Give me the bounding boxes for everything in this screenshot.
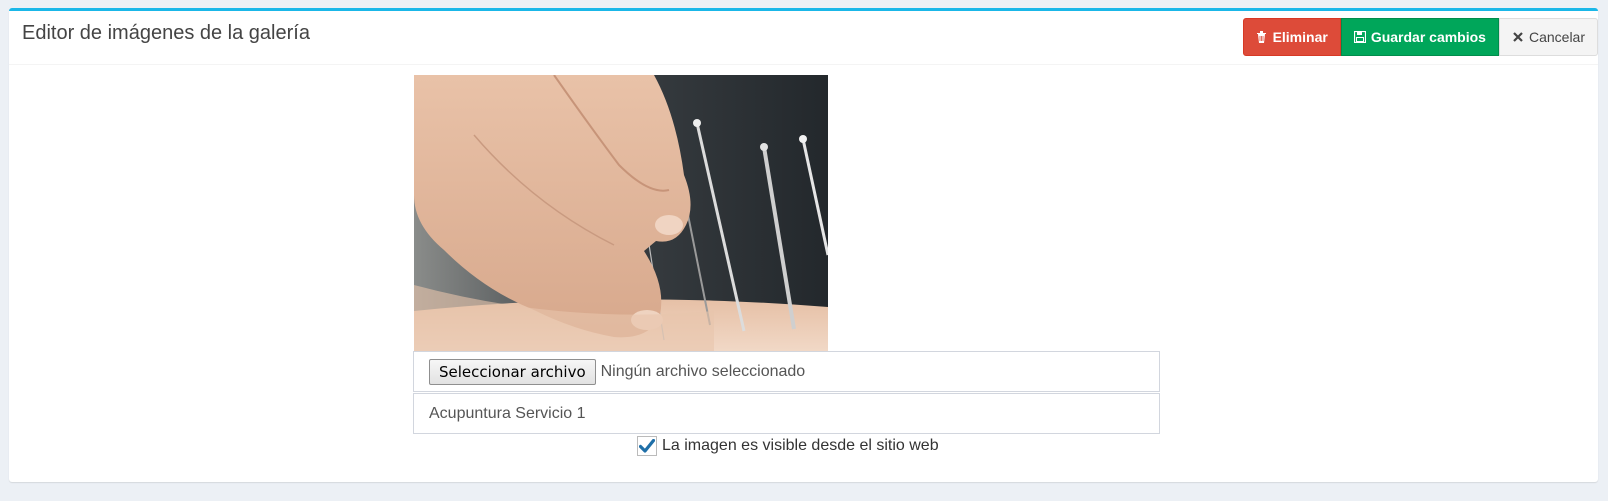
file-input-row: Seleccionar archivo Ningún archivo selec… (413, 351, 1160, 392)
gallery-image-preview (414, 75, 828, 351)
panel-header: Editor de imágenes de la galería Elimina… (9, 11, 1598, 65)
visibility-checkbox[interactable] (637, 436, 657, 456)
visibility-option: La imagen es visible desde el sitio web (637, 436, 939, 456)
image-form: Seleccionar archivo Ningún archivo selec… (413, 351, 1160, 434)
page-title: Editor de imágenes de la galería (22, 22, 310, 44)
delete-button[interactable]: Eliminar (1242, 18, 1341, 56)
delete-button-label: Eliminar (1272, 29, 1328, 45)
save-button-label: Guardar cambios (1370, 29, 1486, 45)
caption-value: Acupuntura Servicio 1 (429, 404, 586, 422)
file-status-text: Ningún archivo seleccionado (600, 362, 806, 380)
floppy-disk-icon (1353, 31, 1366, 44)
cancel-button[interactable]: Cancelar (1498, 18, 1598, 56)
checkmark-icon (639, 439, 655, 453)
action-buttons: Eliminar Guardar cambios Cancelar (1242, 18, 1598, 56)
trash-icon (1256, 31, 1268, 44)
gallery-editor-panel: Editor de imágenes de la galería Elimina… (9, 8, 1598, 482)
close-icon (1512, 31, 1524, 44)
cancel-button-label: Cancelar (1528, 29, 1585, 45)
choose-file-button[interactable]: Seleccionar archivo (429, 358, 596, 385)
save-button[interactable]: Guardar cambios (1340, 18, 1499, 56)
caption-field[interactable]: Acupuntura Servicio 1 (413, 393, 1160, 434)
visibility-label: La imagen es visible desde el sitio web (662, 437, 939, 454)
